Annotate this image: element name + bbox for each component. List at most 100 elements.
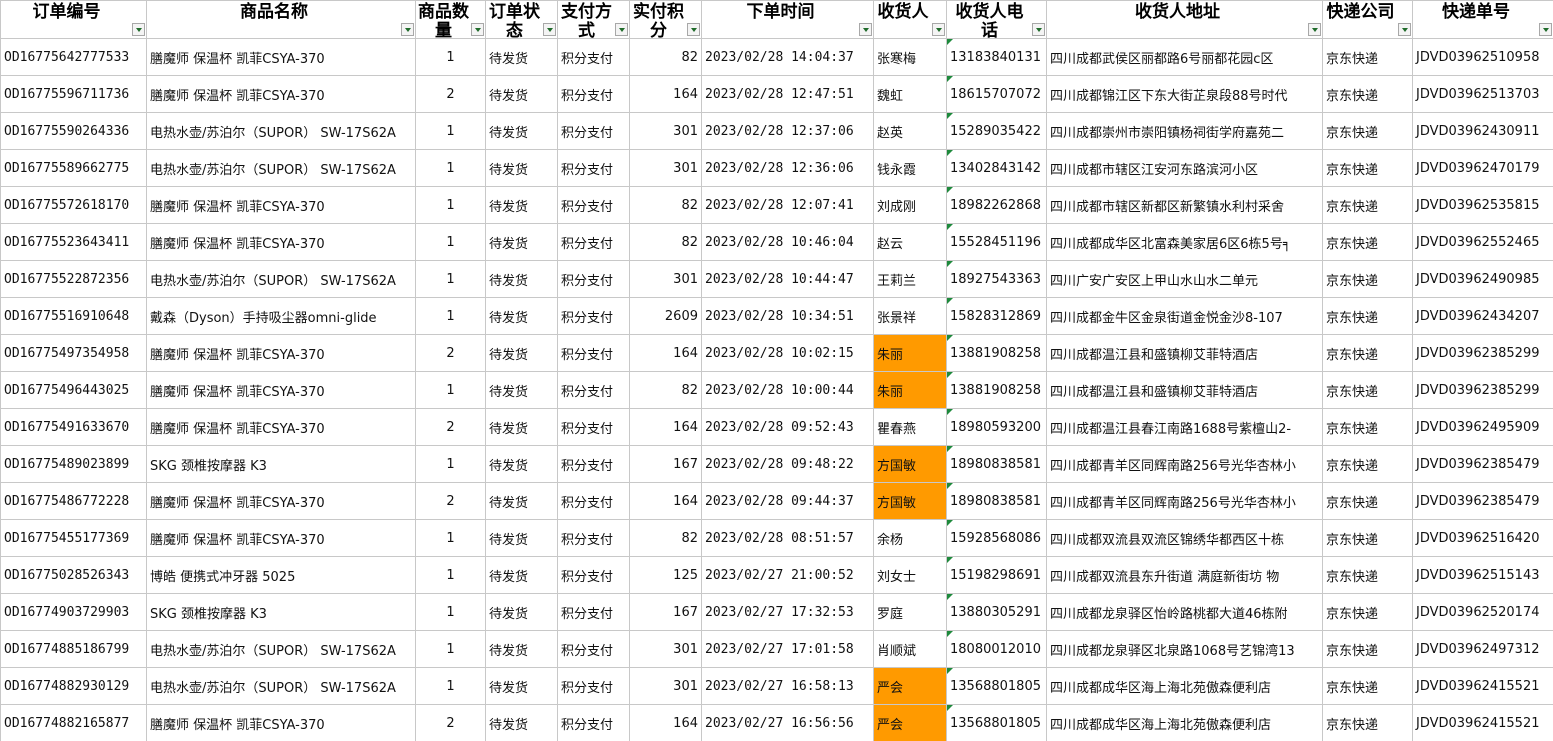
cell-order-time[interactable]: 2023/02/28 12:07:41 — [701, 186, 874, 224]
cell-phone[interactable]: 13880305291 — [946, 593, 1047, 631]
cell-address[interactable]: 四川成都龙泉驿区北泉路1068号艺锦湾13 — [1046, 630, 1323, 668]
cell-order-time[interactable]: 2023/02/28 09:48:22 — [701, 445, 874, 483]
cell-order-time[interactable]: 2023/02/28 12:37:06 — [701, 112, 874, 150]
cell-tracking[interactable]: JDVD03962552465 — [1412, 223, 1553, 261]
filter-dropdown-icon[interactable] — [401, 23, 414, 36]
cell-qty[interactable]: 1 — [415, 223, 486, 261]
cell-product[interactable]: 电热水壶/苏泊尔（SUPOR） SW-17S62A — [146, 260, 416, 298]
cell-pay-method[interactable]: 积分支付 — [557, 334, 630, 372]
cell-recipient[interactable]: 朱丽 — [873, 371, 947, 409]
cell-points[interactable]: 164 — [629, 75, 702, 113]
cell-product[interactable]: 博皓 便携式冲牙器 5025 — [146, 556, 416, 594]
cell-courier[interactable]: 京东快递 — [1322, 112, 1413, 150]
cell-qty[interactable]: 1 — [415, 556, 486, 594]
cell-order-time[interactable]: 2023/02/27 16:58:13 — [701, 667, 874, 705]
filter-dropdown-icon[interactable] — [1398, 23, 1411, 36]
cell-phone[interactable]: 15528451196 — [946, 223, 1047, 261]
cell-courier[interactable]: 京东快递 — [1322, 593, 1413, 631]
cell-order-time[interactable]: 2023/02/28 14:04:37 — [701, 38, 874, 76]
cell-qty[interactable]: 1 — [415, 297, 486, 335]
cell-order-id[interactable]: OD16775522872356 — [0, 260, 147, 298]
cell-tracking[interactable]: JDVD03962497312 — [1412, 630, 1553, 668]
cell-tracking[interactable]: JDVD03962385479 — [1412, 445, 1553, 483]
cell-qty[interactable]: 1 — [415, 149, 486, 187]
cell-recipient[interactable]: 方国敏 — [873, 445, 947, 483]
cell-tracking[interactable]: JDVD03962513703 — [1412, 75, 1553, 113]
cell-order-time[interactable]: 2023/02/27 17:01:58 — [701, 630, 874, 668]
cell-status[interactable]: 待发货 — [485, 519, 558, 557]
cell-recipient[interactable]: 瞿春燕 — [873, 408, 947, 446]
cell-pay-method[interactable]: 积分支付 — [557, 556, 630, 594]
cell-recipient[interactable]: 赵云 — [873, 223, 947, 261]
cell-order-id[interactable]: OD16775489023899 — [0, 445, 147, 483]
cell-courier[interactable]: 京东快递 — [1322, 667, 1413, 705]
cell-recipient[interactable]: 朱丽 — [873, 334, 947, 372]
cell-points[interactable]: 301 — [629, 667, 702, 705]
cell-points[interactable]: 164 — [629, 482, 702, 520]
cell-qty[interactable]: 1 — [415, 519, 486, 557]
cell-product[interactable]: 膳魔师 保温杯 凯菲CSYA-370 — [146, 186, 416, 224]
cell-address[interactable]: 四川广安广安区上甲山水山水二单元 — [1046, 260, 1323, 298]
cell-pay-method[interactable]: 积分支付 — [557, 408, 630, 446]
cell-pay-method[interactable]: 积分支付 — [557, 297, 630, 335]
cell-pay-method[interactable]: 积分支付 — [557, 75, 630, 113]
cell-phone[interactable]: 15828312869 — [946, 297, 1047, 335]
cell-phone[interactable]: 18080012010 — [946, 630, 1047, 668]
cell-pay-method[interactable]: 积分支付 — [557, 223, 630, 261]
cell-pay-method[interactable]: 积分支付 — [557, 371, 630, 409]
cell-address[interactable]: 四川成都武侯区丽都路6号丽都花园c区 — [1046, 38, 1323, 76]
cell-qty[interactable]: 1 — [415, 667, 486, 705]
cell-tracking[interactable]: JDVD03962520174 — [1412, 593, 1553, 631]
cell-status[interactable]: 待发货 — [485, 75, 558, 113]
cell-status[interactable]: 待发货 — [485, 445, 558, 483]
cell-courier[interactable]: 京东快递 — [1322, 186, 1413, 224]
cell-status[interactable]: 待发货 — [485, 630, 558, 668]
cell-recipient[interactable]: 肖顺斌 — [873, 630, 947, 668]
cell-address[interactable]: 四川成都市辖区江安河东路滨河小区 — [1046, 149, 1323, 187]
cell-order-id[interactable]: OD16775596711736 — [0, 75, 147, 113]
cell-status[interactable]: 待发货 — [485, 667, 558, 705]
cell-status[interactable]: 待发货 — [485, 260, 558, 298]
cell-tracking[interactable]: JDVD03962415521 — [1412, 667, 1553, 705]
cell-order-time[interactable]: 2023/02/27 16:56:56 — [701, 704, 874, 741]
filter-dropdown-icon[interactable] — [859, 23, 872, 36]
cell-product[interactable]: SKG 颈椎按摩器 K3 — [146, 593, 416, 631]
cell-status[interactable]: 待发货 — [485, 704, 558, 741]
cell-qty[interactable]: 1 — [415, 445, 486, 483]
cell-order-id[interactable]: OD16775572618170 — [0, 186, 147, 224]
cell-phone[interactable]: 13183840131 — [946, 38, 1047, 76]
cell-qty[interactable]: 1 — [415, 186, 486, 224]
cell-courier[interactable]: 京东快递 — [1322, 556, 1413, 594]
cell-points[interactable]: 301 — [629, 112, 702, 150]
cell-product[interactable]: 膳魔师 保温杯 凯菲CSYA-370 — [146, 223, 416, 261]
cell-courier[interactable]: 京东快递 — [1322, 149, 1413, 187]
cell-points[interactable]: 82 — [629, 186, 702, 224]
cell-points[interactable]: 301 — [629, 149, 702, 187]
cell-address[interactable]: 四川成都市辖区新都区新繁镇水利村采舍 — [1046, 186, 1323, 224]
cell-recipient[interactable]: 刘成刚 — [873, 186, 947, 224]
cell-points[interactable]: 82 — [629, 223, 702, 261]
cell-product[interactable]: 电热水壶/苏泊尔（SUPOR） SW-17S62A — [146, 112, 416, 150]
cell-status[interactable]: 待发货 — [485, 112, 558, 150]
cell-pay-method[interactable]: 积分支付 — [557, 445, 630, 483]
cell-pay-method[interactable]: 积分支付 — [557, 149, 630, 187]
cell-address[interactable]: 四川成都成华区海上海北苑傲森便利店 — [1046, 704, 1323, 741]
cell-phone[interactable]: 13881908258 — [946, 334, 1047, 372]
cell-recipient[interactable]: 魏虹 — [873, 75, 947, 113]
cell-tracking[interactable]: JDVD03962434207 — [1412, 297, 1553, 335]
cell-status[interactable]: 待发货 — [485, 371, 558, 409]
cell-recipient[interactable]: 王莉兰 — [873, 260, 947, 298]
cell-tracking[interactable]: JDVD03962385479 — [1412, 482, 1553, 520]
cell-qty[interactable]: 1 — [415, 630, 486, 668]
cell-product[interactable]: 膳魔师 保温杯 凯菲CSYA-370 — [146, 704, 416, 741]
cell-order-id[interactable]: OD16775028526343 — [0, 556, 147, 594]
cell-tracking[interactable]: JDVD03962510958 — [1412, 38, 1553, 76]
cell-courier[interactable]: 京东快递 — [1322, 223, 1413, 261]
filter-dropdown-icon[interactable] — [687, 23, 700, 36]
cell-order-id[interactable]: OD16775491633670 — [0, 408, 147, 446]
filter-dropdown-icon[interactable] — [932, 23, 945, 36]
filter-dropdown-icon[interactable] — [1539, 23, 1552, 36]
cell-pay-method[interactable]: 积分支付 — [557, 704, 630, 741]
cell-courier[interactable]: 京东快递 — [1322, 38, 1413, 76]
cell-courier[interactable]: 京东快递 — [1322, 630, 1413, 668]
